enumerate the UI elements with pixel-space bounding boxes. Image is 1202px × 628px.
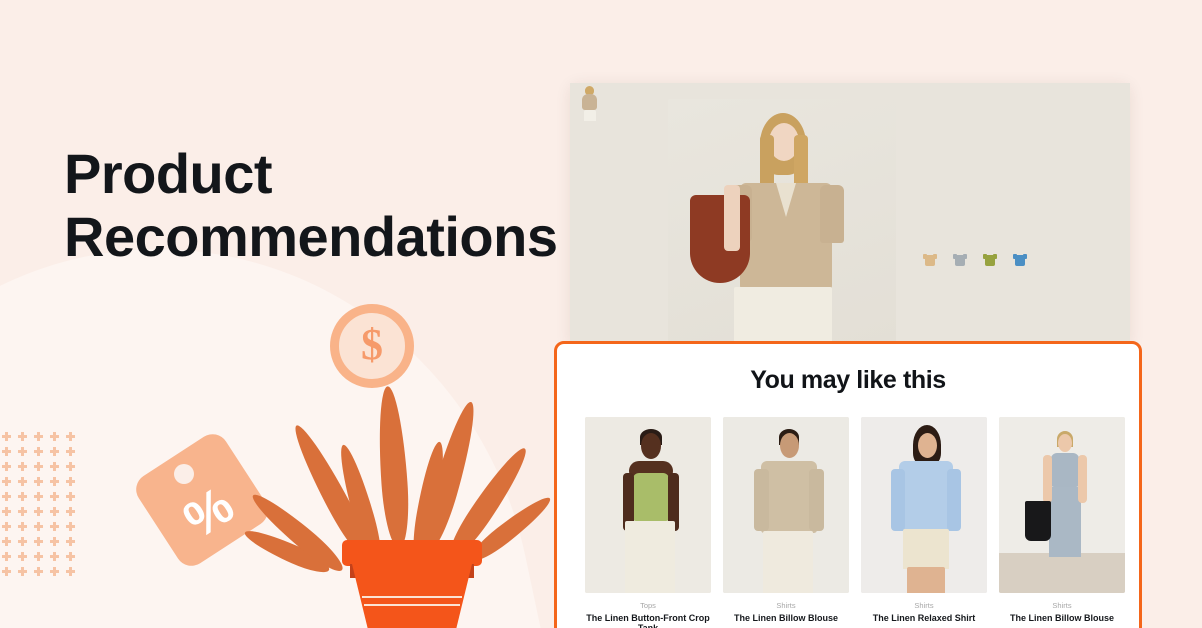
recommendation-card[interactable]: ShirtsThe Linen Billow Blouse$39.00 — [723, 417, 849, 628]
dot-pattern — [2, 432, 80, 577]
recommendation-image[interactable] — [723, 417, 849, 593]
dot-pattern-plus — [34, 567, 43, 576]
screenshot-root: $ % Product Recommendations You may like… — [0, 0, 1202, 628]
dot-pattern-plus — [18, 522, 27, 531]
page-title: Product Recommendations — [64, 142, 604, 269]
dot-pattern-plus — [66, 567, 75, 576]
dot-pattern-plus — [34, 552, 43, 561]
headline-line-2: Recommendations — [64, 205, 558, 269]
dot-pattern-plus — [34, 507, 43, 516]
recommendations-title: You may like this — [750, 366, 946, 394]
dot-pattern-plus — [50, 477, 59, 486]
recommendation-grid: TopsThe Linen Button-Front Crop Tank$39.… — [585, 417, 1125, 628]
tshirt-icon — [923, 253, 937, 267]
dot-pattern-plus — [34, 537, 43, 546]
dot-pattern-plus — [66, 492, 75, 501]
dot-pattern-plus — [34, 492, 43, 501]
dot-pattern-plus — [34, 462, 43, 471]
dot-pattern-plus — [18, 507, 27, 516]
dot-pattern-plus — [18, 447, 27, 456]
dot-pattern-plus — [2, 477, 11, 486]
dot-pattern-plus — [34, 477, 43, 486]
dot-pattern-plus — [2, 462, 11, 471]
dot-pattern-plus — [2, 447, 11, 456]
tshirt-icon — [953, 253, 967, 267]
dot-pattern-plus — [50, 567, 59, 576]
dot-pattern-plus — [2, 567, 11, 576]
dot-pattern-plus — [18, 537, 27, 546]
dot-pattern-plus — [50, 447, 59, 456]
dot-pattern-plus — [50, 492, 59, 501]
dot-pattern-plus — [50, 552, 59, 561]
dot-pattern-plus — [50, 522, 59, 531]
recommendation-category: Shirts — [1052, 601, 1072, 610]
recommendation-card[interactable]: TopsThe Linen Button-Front Crop Tank$39.… — [585, 417, 711, 628]
recommendation-name: The Linen Button-Front Crop Tank — [586, 613, 710, 628]
recommendation-image[interactable] — [585, 417, 711, 593]
recommendation-name: The Linen Billow Blouse — [1009, 613, 1114, 623]
dot-pattern-plus — [18, 567, 27, 576]
dot-pattern-plus — [18, 477, 27, 486]
dot-pattern-plus — [66, 507, 75, 516]
dot-pattern-plus — [18, 462, 27, 471]
dot-pattern-plus — [2, 432, 11, 441]
headline-line-1: Product — [64, 142, 273, 205]
dot-pattern-plus — [2, 507, 11, 516]
dot-pattern-plus — [66, 432, 75, 441]
dot-pattern-plus — [34, 447, 43, 456]
recommendation-category: Shirts — [914, 601, 934, 610]
dot-pattern-plus — [18, 432, 27, 441]
dot-pattern-plus — [2, 522, 11, 531]
dot-pattern-plus — [66, 552, 75, 561]
dot-pattern-plus — [2, 552, 11, 561]
dollar-symbol: $ — [361, 319, 383, 369]
recommendation-image[interactable] — [999, 417, 1125, 593]
dot-pattern-plus — [2, 537, 11, 546]
dot-pattern-plus — [34, 522, 43, 531]
recommendation-image[interactable] — [861, 417, 987, 593]
dot-pattern-plus — [66, 522, 75, 531]
dot-pattern-plus — [50, 432, 59, 441]
recommendation-name: The Linen Relaxed Shirt — [872, 613, 976, 623]
potted-plant-icon — [241, 382, 556, 628]
thumbnail-gallery[interactable] — [570, 83, 1130, 345]
dot-pattern-plus — [66, 462, 75, 471]
tshirt-icon — [983, 253, 997, 267]
dot-pattern-plus — [50, 462, 59, 471]
dot-pattern-plus — [50, 507, 59, 516]
dot-pattern-plus — [66, 537, 75, 546]
dot-pattern-plus — [50, 537, 59, 546]
product-hero-image[interactable] — [668, 99, 896, 344]
recommendation-category: Tops — [640, 601, 656, 610]
dot-pattern-plus — [2, 492, 11, 501]
plant-leaf — [374, 385, 412, 549]
dot-pattern-plus — [18, 552, 27, 561]
recommendations-panel: You may like this Tops The Linen Button-F… — [554, 341, 1142, 628]
dot-pattern-plus — [18, 492, 27, 501]
product-detail-panel: Sale -20% The Linen Workwear Shirt Singl… — [570, 83, 1130, 360]
dot-pattern-plus — [34, 432, 43, 441]
recommendation-card[interactable]: ShirtsThe Linen Relaxed Shirt$39.00 — [861, 417, 987, 628]
thumbnail-item[interactable] — [570, 83, 1130, 345]
recommendation-category: Shirts — [776, 601, 796, 610]
dot-pattern-plus — [66, 477, 75, 486]
recommendation-name: The Linen Billow Blouse — [733, 613, 838, 623]
dollar-coin-icon: $ — [330, 304, 414, 388]
tshirt-icon — [1013, 253, 1027, 267]
recommendation-card[interactable]: ShirtsThe Linen Billow Blouse$39.00 — [999, 417, 1125, 628]
dot-pattern-plus — [66, 447, 75, 456]
